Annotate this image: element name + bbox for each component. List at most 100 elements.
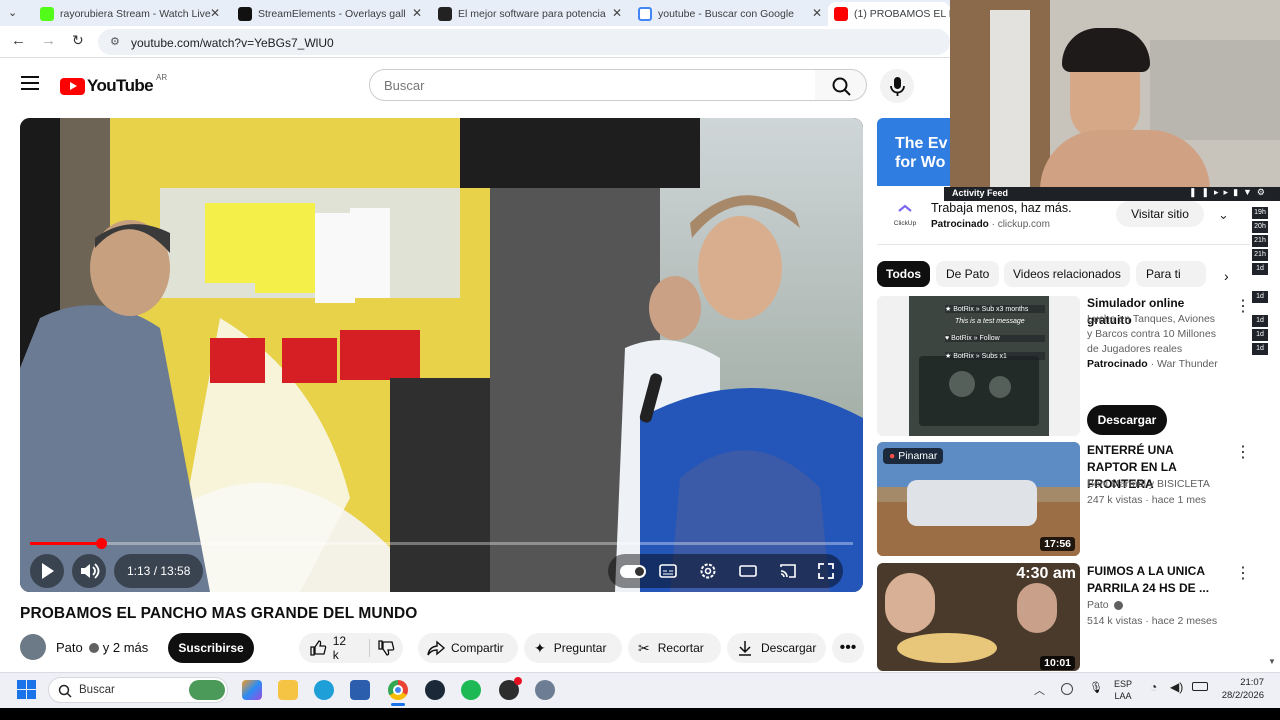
progress-track[interactable] <box>30 538 853 549</box>
download-button[interactable]: Descargar <box>727 633 826 663</box>
close-tab-icon[interactable]: ✕ <box>812 6 822 20</box>
video-player[interactable]: 1:13 / 13:58 <box>20 118 863 592</box>
settings-gear-icon[interactable] <box>535 680 555 700</box>
autoplay-toggle[interactable] <box>620 565 646 578</box>
tab-google-search[interactable]: youtube - Buscar con Google ✕ <box>632 2 826 26</box>
tab-youtube[interactable]: (1) PROBAMOS EL PAN <box>828 2 950 26</box>
microphone-icon <box>890 77 905 96</box>
search-icon <box>832 77 851 96</box>
tab-search-icon[interactable]: ⌄ <box>8 6 17 19</box>
tab-rayorubiera[interactable]: rayorubiera Stream - Watch Live ✕ <box>34 2 224 26</box>
fullscreen-icon[interactable] <box>816 561 836 581</box>
filter-chip-relacionados[interactable]: Videos relacionados <box>1004 261 1130 287</box>
rec-channel-1[interactable]: Beni Marmol y BISICLETA <box>1087 477 1210 492</box>
file-explorer-icon[interactable] <box>278 680 298 700</box>
channel-name: Pato <box>56 640 83 655</box>
play-button[interactable] <box>30 554 64 588</box>
spotify-icon[interactable] <box>461 680 481 700</box>
menu-icon[interactable] <box>21 76 39 90</box>
ad-meta: Patrocinado · clickup.com <box>931 219 1050 230</box>
more-vert-icon[interactable]: ⋮ <box>1235 296 1251 316</box>
search-input[interactable]: Buscar <box>369 69 816 101</box>
rec-thumbnail-2[interactable]: 4:30 am 10:01 <box>877 563 1080 671</box>
scissors-icon: ✂ <box>638 639 650 656</box>
visit-site-button[interactable]: Visitar sitio <box>1116 201 1204 227</box>
chevron-down-icon[interactable]: ⌄ <box>1218 207 1229 223</box>
play-icon <box>42 563 54 579</box>
more-vert-icon[interactable]: ⋮ <box>1235 442 1251 462</box>
filter-chip-de-pato[interactable]: De Pato <box>936 261 1000 287</box>
channel-avatar[interactable] <box>20 634 46 660</box>
more-vert-icon[interactable]: ⋮ <box>1235 563 1251 583</box>
more-actions-button[interactable]: ••• <box>832 633 864 663</box>
subtitles-icon[interactable] <box>658 561 678 581</box>
wifi-icon[interactable]: ◔ <box>1150 680 1157 694</box>
clock[interactable]: 21:07 28/2/2026 <box>1214 676 1264 702</box>
ad-download-button[interactable]: Descargar <box>1087 405 1167 435</box>
settings-gear-icon[interactable] <box>698 561 718 581</box>
edge-icon[interactable] <box>314 680 334 700</box>
url-text: youtube.com/watch?v=YeBGs7_WlU0 <box>131 36 334 50</box>
download-icon <box>739 641 751 656</box>
youtube-favicon-icon <box>834 7 848 21</box>
close-tab-icon[interactable]: ✕ <box>612 6 622 20</box>
url-field[interactable]: ⚙ youtube.com/watch?v=YeBGs7_WlU0 <box>98 29 950 55</box>
food-image <box>897 633 997 663</box>
back-icon[interactable]: ← <box>11 32 26 49</box>
close-tab-icon[interactable]: ✕ <box>210 6 220 20</box>
microphone-tray-icon[interactable]: 🎙 <box>1089 681 1103 694</box>
face-image <box>885 573 935 633</box>
cast-icon[interactable] <box>778 561 798 581</box>
feed-time-column: 19h 20h 21h 21h 1d 1d 1d 1d 1d <box>1252 207 1268 355</box>
chevron-right-icon[interactable]: › <box>1224 268 1229 284</box>
subscribe-button[interactable]: Suscribirse <box>168 633 254 663</box>
theater-mode-icon[interactable] <box>738 561 758 581</box>
thumbs-down-icon[interactable] <box>377 639 395 657</box>
youtube-logo[interactable]: YouTube AR <box>60 73 167 96</box>
kick-icon <box>40 7 54 21</box>
speaker-icon[interactable]: ◀) <box>1170 680 1183 694</box>
chevron-up-icon[interactable]: ︿ <box>1034 682 1045 698</box>
like-button[interactable]: 12 k <box>309 634 355 662</box>
scroll-down-icon[interactable]: ▼ <box>1268 657 1276 666</box>
obs-icon[interactable] <box>499 677 522 700</box>
battery-icon[interactable] <box>1192 682 1208 691</box>
network-shield-icon[interactable] <box>1061 683 1073 695</box>
video-frame <box>20 118 863 592</box>
site-info-icon[interactable]: ⚙ <box>110 35 120 48</box>
reload-icon[interactable]: ↻ <box>72 32 84 49</box>
thumbnail-overlay-text: 4:30 am <box>1016 565 1076 582</box>
store-icon[interactable] <box>350 680 370 700</box>
close-tab-icon[interactable]: ✕ <box>412 6 422 20</box>
sparkle-icon: ✦ <box>534 639 546 656</box>
ask-button[interactable]: ✦ Preguntar <box>524 633 622 663</box>
rec-channel-2[interactable]: Pato <box>1087 598 1123 613</box>
clip-button[interactable]: ✂ Recortar <box>628 633 721 663</box>
feed-controls-icon: ❚❚▸▸▮▼⚙ <box>1188 187 1270 197</box>
chrome-icon[interactable] <box>388 680 408 700</box>
volume-button[interactable] <box>72 554 106 588</box>
voice-search-button[interactable] <box>880 69 914 103</box>
search-button[interactable] <box>815 69 867 101</box>
language-indicator[interactable]: ESP LAA <box>1114 678 1132 702</box>
forward-icon[interactable]: → <box>41 32 56 49</box>
progress-fill <box>30 542 102 545</box>
tab-streamelements[interactable]: StreamElements - Overlays gall ✕ <box>232 2 426 26</box>
taskbar-search[interactable]: Buscar <box>48 677 228 703</box>
filter-chip-todos[interactable]: Todos <box>877 261 931 287</box>
ad-sponsor-line: Patrocinado · War Thunder <box>1087 358 1218 370</box>
duration-badge: 10:01 <box>1040 656 1075 670</box>
tab-software[interactable]: El mejor software para potencia ✕ <box>432 2 626 26</box>
truck-image <box>907 480 1037 526</box>
filter-chip-para-ti[interactable]: Para ti <box>1136 261 1206 287</box>
share-button[interactable]: Compartir <box>418 633 518 663</box>
ad-banner[interactable]: The Ev for Wo <box>877 118 950 186</box>
rec-title-2[interactable]: FUIMOS A LA UNICA PARRILA 24 HS DE ... <box>1087 563 1217 597</box>
windows-start-icon[interactable] <box>17 680 37 700</box>
copilot-icon[interactable] <box>242 680 262 700</box>
rec-thumbnail-1[interactable]: ● Pinamar 17:56 <box>877 442 1080 556</box>
ad-headline: Trabaja menos, haz más. <box>931 201 1072 215</box>
steam-icon[interactable] <box>425 680 445 700</box>
channel-name-row[interactable]: Pato y 2 más <box>56 640 148 655</box>
webcam-overlay <box>950 0 1280 188</box>
